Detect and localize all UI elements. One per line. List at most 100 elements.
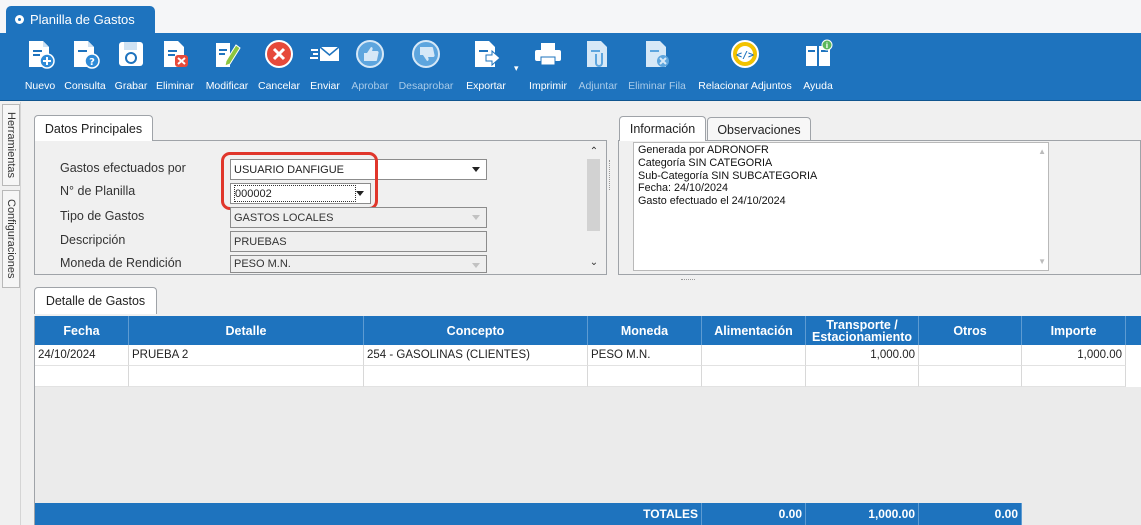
col-moneda[interactable]: Moneda: [588, 316, 702, 345]
link-attachments-icon: </>: [729, 38, 761, 70]
cell-empty[interactable]: [35, 366, 129, 387]
total-otros: 0.00: [919, 503, 1022, 525]
scroll-up-icon[interactable]: ⌃: [587, 144, 601, 158]
cell-importe[interactable]: 1,000.00: [1022, 345, 1126, 366]
label-numero-planilla: N° de Planilla: [60, 184, 136, 198]
col-fecha[interactable]: Fecha: [35, 316, 129, 345]
col-otros[interactable]: Otros: [919, 316, 1022, 345]
grid-totals: TOTALES 0.00 1,000.00 0.00: [35, 503, 1022, 525]
eliminar-fila-button[interactable]: Eliminar Fila: [626, 38, 688, 92]
info-line: Fecha: 24/10/2024: [638, 182, 729, 195]
thumbs-down-icon: [410, 38, 442, 70]
col-detalle[interactable]: Detalle: [129, 316, 364, 345]
tab-observaciones[interactable]: Observaciones: [707, 117, 811, 141]
col-transporte[interactable]: Transporte / Estacionamiento: [806, 316, 919, 345]
consulta-button[interactable]: ? Consulta: [62, 38, 108, 92]
cell-empty[interactable]: [702, 366, 806, 387]
cell-empty[interactable]: [806, 366, 919, 387]
thumbs-up-icon: [354, 38, 386, 70]
grabar-button[interactable]: Grabar: [112, 38, 150, 92]
cell-moneda[interactable]: PESO M.N.: [588, 345, 702, 366]
datos-scrollbar[interactable]: ⌃ ⌄: [584, 141, 604, 274]
totals-label: TOTALES: [35, 503, 702, 525]
label-tipo-gastos: Tipo de Gastos: [60, 209, 145, 223]
relacionar-adjuntos-button[interactable]: </> Relacionar Adjuntos: [694, 38, 796, 92]
grid-header: Fecha Detalle Concepto Moneda Alimentaci…: [35, 316, 1141, 345]
total-alimentacion: 0.00: [702, 503, 806, 525]
splitter-handle-horizontal[interactable]: [681, 279, 695, 281]
scrollbar-thumb[interactable]: [587, 159, 600, 231]
eliminar-button[interactable]: Eliminar: [154, 38, 196, 92]
scroll-up-icon[interactable]: ▲: [1038, 146, 1046, 159]
exportar-button[interactable]: Exportar: [461, 38, 511, 92]
cell-empty[interactable]: [919, 366, 1022, 387]
cancel-icon: [263, 38, 295, 70]
chevron-down-icon: [472, 167, 480, 172]
cell-alimentacion[interactable]: [702, 345, 806, 366]
cell-fecha[interactable]: 24/10/2024: [35, 345, 129, 366]
scroll-down-icon[interactable]: ▼: [1038, 256, 1046, 269]
svg-text:?: ?: [89, 57, 95, 68]
toolbar: Nuevo ? Consulta Grabar Eliminar Modific…: [0, 33, 1141, 101]
info-line: Generada por ADRONOFR: [638, 144, 769, 156]
cell-concepto[interactable]: 254 - GASOLINAS (CLIENTES): [364, 345, 588, 366]
tab-datos-principales[interactable]: Datos Principales: [34, 115, 153, 141]
delete-row-icon: [641, 38, 673, 70]
cancelar-button[interactable]: Cancelar: [256, 38, 302, 92]
imprimir-button[interactable]: Imprimir: [525, 38, 571, 92]
side-tab-configuraciones[interactable]: Configuraciones: [2, 190, 20, 288]
label-gastos-efectuados-por: Gastos efectuados por: [60, 161, 186, 175]
window-tab[interactable]: Planilla de Gastos: [6, 6, 155, 33]
col-importe[interactable]: Importe: [1022, 316, 1126, 345]
cell-empty[interactable]: [1022, 366, 1126, 387]
modificar-button[interactable]: Modificar: [202, 38, 252, 92]
total-transporte: 1,000.00: [806, 503, 919, 525]
adjuntar-button[interactable]: Adjuntar: [575, 38, 621, 92]
label-moneda-rendicion: Moneda de Rendición: [60, 256, 182, 270]
splitter-handle[interactable]: [609, 160, 612, 190]
info-line: Gasto efectuado el 24/10/2024: [638, 195, 786, 208]
tab-detalle-gastos[interactable]: Detalle de Gastos: [34, 287, 157, 314]
attach-icon: [582, 38, 614, 70]
desaprobar-button[interactable]: Desaprobar: [396, 38, 456, 92]
scroll-down-icon[interactable]: ⌄: [587, 255, 601, 269]
edit-icon: [211, 38, 243, 70]
query-doc-icon: ?: [69, 38, 101, 70]
table-row[interactable]: 24/10/2024 PRUEBA 2 254 - GASOLINAS (CLI…: [35, 345, 1141, 366]
nuevo-button[interactable]: Nuevo: [22, 38, 58, 92]
informacion-text: Generada por ADRONOFR Categoría SIN CATE…: [633, 142, 1049, 271]
col-concepto[interactable]: Concepto: [364, 316, 588, 345]
descripcion-value: PRUEBAS: [234, 235, 287, 248]
tab-informacion[interactable]: Información: [619, 116, 706, 141]
printer-icon: [532, 38, 564, 70]
moneda-rendicion-select[interactable]: PESO M.N.: [230, 255, 487, 273]
cell-empty[interactable]: [588, 366, 702, 387]
info-line: Sub-Categoría SIN SUBCATEGORIA: [638, 169, 818, 182]
cell-transporte[interactable]: 1,000.00: [806, 345, 919, 366]
descripcion-field[interactable]: PRUEBAS: [230, 231, 487, 252]
chevron-down-icon: [472, 263, 480, 268]
help-book-icon: i: [802, 38, 834, 70]
cell-empty[interactable]: [364, 366, 588, 387]
tipo-gastos-select[interactable]: GASTOS LOCALES: [230, 207, 487, 228]
window-tab-strip: [0, 0, 1141, 33]
new-doc-icon: [24, 38, 56, 70]
cell-empty[interactable]: [129, 366, 364, 387]
side-tabs: Herramientas Configuraciones: [0, 102, 21, 525]
tipo-gastos-value: GASTOS LOCALES: [234, 211, 334, 224]
side-tab-herramientas[interactable]: Herramientas: [2, 104, 20, 186]
highlight-box: [221, 152, 378, 210]
table-row-empty[interactable]: [35, 366, 1141, 387]
window-bullet-icon: [15, 15, 24, 24]
export-icon: [470, 38, 502, 70]
cell-otros[interactable]: [919, 345, 1022, 366]
export-dropdown-icon[interactable]: ▾: [514, 63, 519, 74]
aprobar-button[interactable]: Aprobar: [348, 38, 392, 92]
detalle-grid: Fecha Detalle Concepto Moneda Alimentaci…: [34, 316, 1141, 525]
svg-text:</>: </>: [736, 50, 754, 61]
ayuda-button[interactable]: i Ayuda: [800, 38, 836, 92]
delete-doc-icon: [159, 38, 191, 70]
col-alimentacion[interactable]: Alimentación: [702, 316, 806, 345]
enviar-button[interactable]: Enviar: [306, 38, 344, 92]
cell-detalle[interactable]: PRUEBA 2: [129, 345, 364, 366]
